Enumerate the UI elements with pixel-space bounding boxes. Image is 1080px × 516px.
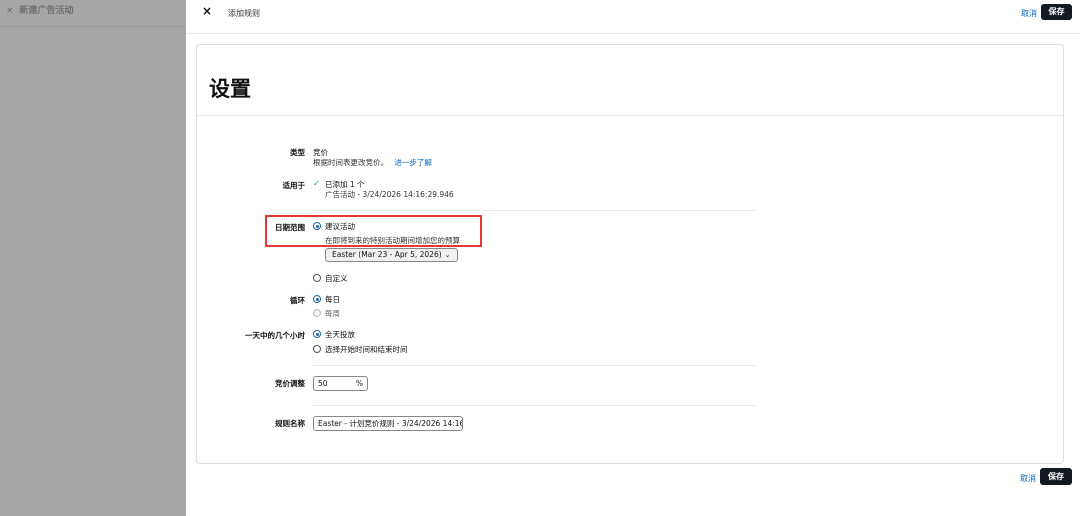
row-divider <box>313 210 755 211</box>
background-title-text: 新建广告活动 <box>19 6 74 16</box>
background-page-title: × 新建广告活动 <box>6 3 74 16</box>
select-hours-label: 选择开始时间和结束时间 <box>325 345 408 354</box>
settings-card: 设置 类型 竞价 根据时间表更改竞价。 进一步了解 适用于 ✓ 已添加 1 个 … <box>196 44 1064 464</box>
bid-adjustment-input[interactable]: 50 % <box>313 376 368 391</box>
footer-save-button[interactable]: 保存 <box>1040 468 1072 485</box>
section-title: 设置 <box>209 77 251 101</box>
all-day-radio[interactable] <box>313 330 321 338</box>
custom-date-radio[interactable] <box>313 274 321 282</box>
hours-label: 一天中的几个小时 <box>245 331 305 340</box>
section-divider <box>197 115 1063 116</box>
cancel-button[interactable]: 取消 <box>1021 8 1037 19</box>
check-icon: ✓ <box>313 179 320 188</box>
suggested-event-radio[interactable] <box>313 222 321 230</box>
save-button[interactable]: 保存 <box>1041 4 1072 20</box>
event-select-value: Easter (Mar 23 - Apr 5, 2026) <box>332 250 442 259</box>
bid-adjustment-value: 50 <box>318 379 328 388</box>
rule-name-input[interactable]: Easter - 计划竞价规则 - 3/24/2026 14:16:3 <box>313 416 463 431</box>
dimmed-backdrop: × 新建广告活动 <box>0 0 186 516</box>
weekly-radio[interactable] <box>313 309 321 317</box>
date-range-label: 日期范围 <box>275 223 305 232</box>
daily-radio[interactable] <box>313 295 321 303</box>
type-description: 根据时间表更改竞价。 进一步了解 <box>313 157 432 168</box>
select-hours-radio[interactable] <box>313 345 321 353</box>
type-description-text: 根据时间表更改竞价。 <box>313 158 388 167</box>
weekly-label: 每周 <box>325 309 340 318</box>
chevron-down-icon: ⌄ <box>444 251 451 259</box>
bid-adjustment-label: 竞价调整 <box>275 379 305 388</box>
learn-more-link[interactable]: 进一步了解 <box>394 158 432 167</box>
row-divider <box>313 405 755 406</box>
rule-name-value: Easter - 计划竞价规则 - 3/24/2026 14:16:3 <box>318 419 463 428</box>
background-close-icon: × <box>6 6 14 16</box>
all-day-label: 全天投放 <box>325 330 355 339</box>
drawer-title: 添加规则 <box>228 9 260 18</box>
type-label: 类型 <box>290 148 305 157</box>
custom-date-label: 自定义 <box>325 274 348 283</box>
recurrence-label: 循环 <box>290 296 305 305</box>
rule-name-label: 规则名称 <box>275 419 305 428</box>
event-select[interactable]: Easter (Mar 23 - Apr 5, 2026) ⌄ <box>325 248 458 262</box>
footer-cancel-button[interactable]: 取消 <box>1020 473 1036 484</box>
suggested-event-label: 建议活动 <box>325 222 355 231</box>
drawer-header: × 添加规则 取消 保存 <box>186 0 1080 34</box>
row-divider <box>313 365 755 366</box>
close-icon[interactable]: × <box>202 4 212 18</box>
applies-campaign-name: 广告活动 - 3/24/2026 14:16:29.946 <box>325 190 454 199</box>
percent-unit: % <box>355 379 363 388</box>
add-rule-drawer: × 添加规则 取消 保存 设置 类型 竞价 根据时间表更改竞价。 进一步了解 适… <box>186 0 1080 516</box>
background-divider <box>0 26 186 27</box>
daily-label: 每日 <box>325 295 340 304</box>
applies-to-label: 适用于 <box>282 181 306 190</box>
suggested-event-hint: 在即将到来的特别活动期间增加您的预算 <box>325 236 460 245</box>
